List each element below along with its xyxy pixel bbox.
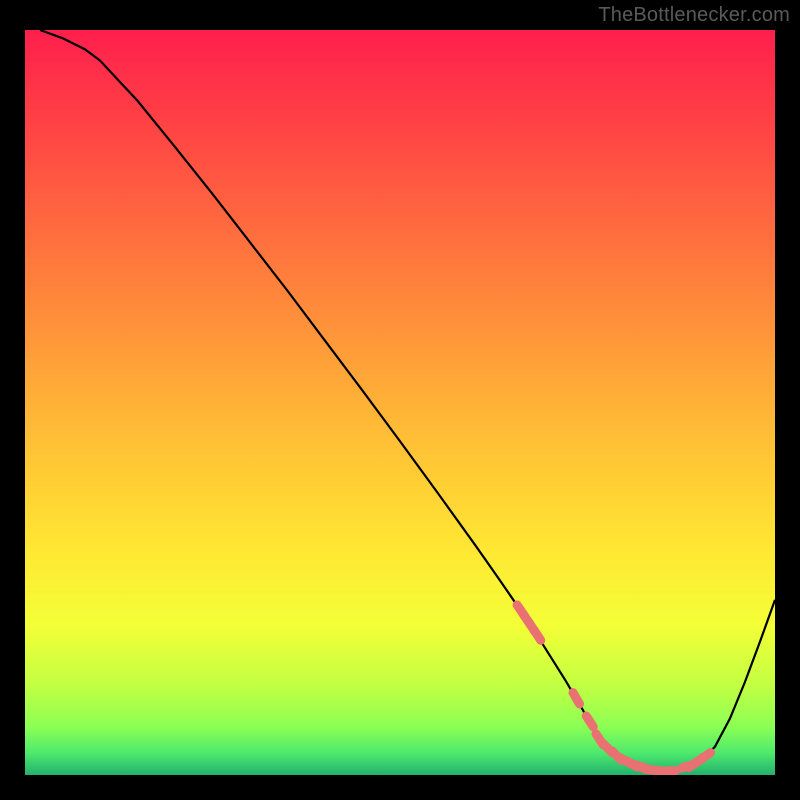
- plot-area: [25, 30, 775, 775]
- attribution-label: TheBottlenecker.com: [598, 4, 790, 27]
- curve-marker: [573, 693, 579, 704]
- curve-marker: [586, 716, 593, 727]
- gradient-background: [25, 30, 775, 775]
- curve-marker: [534, 629, 541, 640]
- curve-marker: [663, 771, 676, 772]
- curve-marker: [700, 753, 711, 761]
- chart-svg: [25, 30, 775, 775]
- chart-canvas: TheBottlenecker.com: [0, 0, 800, 800]
